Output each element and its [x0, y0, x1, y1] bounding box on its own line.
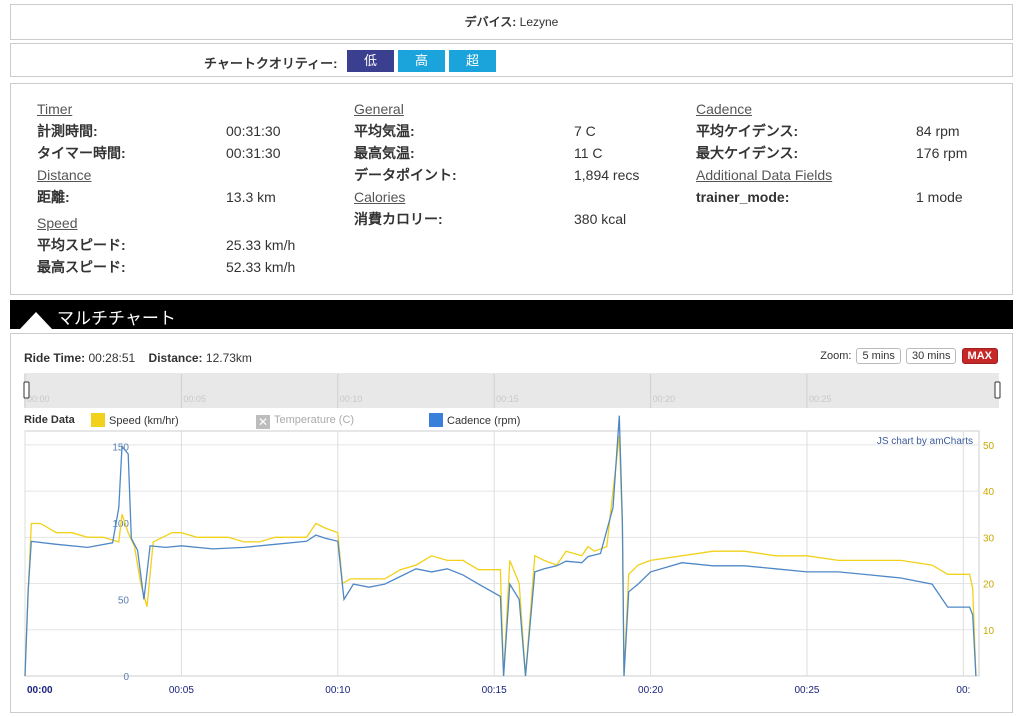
scroll-tick-label: 00:25 [809, 394, 832, 404]
chart-panel: Ride Time: 00:28:51 Distance: 12.73km Zo… [10, 333, 1013, 713]
stat-value: 380 kcal [574, 211, 627, 227]
right-axis-label: 10 [983, 626, 995, 637]
section-title-general[interactable]: General [354, 98, 674, 120]
stat-row: データポイント: 1,894 recs [354, 164, 674, 186]
stat-value: 11 C [574, 145, 603, 161]
section-title-distance[interactable]: Distance [37, 164, 337, 186]
right-axis-label: 30 [983, 533, 995, 544]
quality-super-button[interactable]: 超 [449, 50, 496, 72]
right-axis-label: 40 [983, 487, 995, 498]
device-value: Lezyne [519, 15, 559, 29]
chart-quality-panel: チャートクオリティー: 低 高 超 [10, 43, 1013, 77]
section-title-speed[interactable]: Speed [37, 212, 337, 234]
section-title-cadence[interactable]: Cadence [696, 98, 996, 120]
amcharts-credit: JS chart by amCharts [877, 436, 973, 447]
stat-value: 00:31:30 [226, 145, 281, 161]
scroll-left-handle [23, 381, 30, 399]
stat-value: 1 mode [916, 189, 963, 205]
stat-row: 最大ケイデンス: 176 rpm [696, 142, 996, 164]
right-axis-label: 50 [983, 441, 995, 452]
stat-value: 52.33 km/h [226, 259, 296, 275]
stat-value: 84 rpm [916, 123, 960, 139]
stat-key: 最高スピード: [37, 259, 126, 275]
chart-quality-label: チャートクオリティー: [204, 56, 338, 71]
stat-key: 最高気温: [354, 145, 415, 161]
stat-key: タイマー時間: [37, 145, 126, 161]
scroll-tick-label: 00:10 [340, 394, 363, 404]
scroll-tick-label: 00:05 [183, 394, 206, 404]
speed-series-line [24, 435, 977, 677]
stat-key: 距離: [37, 189, 70, 205]
stats-column-2: General 平均気温: 7 C 最高気温: 11 C データポイント: 1,894… [354, 98, 674, 230]
scroll-tick-label: 00:00 [27, 394, 50, 404]
cadence-series-line [24, 415, 977, 677]
device-panel: デバイス: Lezyne [10, 4, 1013, 40]
scroll-right-handle [994, 381, 1001, 399]
stat-key: 平均気温: [354, 123, 415, 139]
collapse-triangle-icon[interactable] [20, 312, 52, 329]
multi-chart-title: マルチチャート [57, 309, 176, 328]
left-axis-label: 50 [118, 595, 130, 606]
stat-row: 消費カロリー: 380 kcal [354, 208, 674, 230]
stat-row: 距離: 13.3 km [37, 186, 337, 208]
stat-row: 平均気温: 7 C [354, 120, 674, 142]
stat-value: 176 rpm [916, 145, 968, 161]
x-tick-label: 00:25 [794, 685, 819, 696]
stat-row: 最高スピード: 52.33 km/h [37, 256, 337, 278]
quality-high-button[interactable]: 高 [398, 50, 445, 72]
stat-row: trainer_mode: 1 mode [696, 186, 996, 208]
x-tick-label: 00:00 [27, 685, 53, 696]
stat-value: 25.33 km/h [226, 237, 296, 253]
device-label: デバイス: [464, 15, 517, 29]
stat-value: 1,894 recs [574, 167, 640, 183]
stat-value: 13.3 km [226, 189, 276, 205]
x-tick-label: 00:10 [325, 685, 350, 696]
stat-value: 7 C [574, 123, 596, 139]
stat-row: 計測時間: 00:31:30 [37, 120, 337, 142]
x-tick-label: 00:20 [638, 685, 663, 696]
stat-key: 計測時間: [37, 123, 98, 139]
stat-key: 平均スピード: [37, 237, 126, 253]
stat-row: 平均ケイデンス: 84 rpm [696, 120, 996, 142]
x-tick-label: 00: [956, 685, 970, 696]
stat-key: データポイント: [354, 167, 457, 183]
stat-value: 00:31:30 [226, 123, 281, 139]
stat-key: trainer_mode: [696, 189, 790, 205]
section-title-additional[interactable]: Additional Data Fields [696, 164, 996, 186]
stat-key: 最大ケイデンス: [696, 145, 799, 161]
stat-key: 平均ケイデンス: [696, 123, 799, 139]
multi-chart-svg[interactable]: 00:00 00:05 00:10 00:15 00:20 00:25 00:00:00 00… [11, 334, 1012, 712]
quality-low-button[interactable]: 低 [347, 50, 394, 72]
stat-key: 消費カロリー: [354, 211, 443, 227]
section-title-timer[interactable]: Timer [37, 98, 337, 120]
stat-row: 最高気温: 11 C [354, 142, 674, 164]
stat-row: タイマー時間: 00:31:30 [37, 142, 337, 164]
section-title-calories[interactable]: Calories [354, 186, 674, 208]
x-tick-label: 00:15 [482, 685, 507, 696]
scroll-tick-label: 00:20 [653, 394, 676, 404]
scroll-tick-label: 00:15 [496, 394, 519, 404]
multi-chart-header[interactable]: マルチチャート [10, 300, 1013, 329]
stat-row: 平均スピード: 25.33 km/h [37, 234, 337, 256]
stats-panel: Timer 計測時間: 00:31:30 タイマー時間: 00:31:30 Dist… [10, 83, 1013, 295]
right-axis-label: 20 [983, 580, 995, 591]
stats-column-3: Cadence 平均ケイデンス: 84 rpm 最大ケイデンス: 176 rpm A… [696, 98, 996, 208]
left-axis-label: 0 [123, 672, 129, 683]
stats-column-1: Timer 計測時間: 00:31:30 タイマー時間: 00:31:30 Dist… [37, 98, 337, 278]
x-tick-label: 00:05 [169, 685, 194, 696]
